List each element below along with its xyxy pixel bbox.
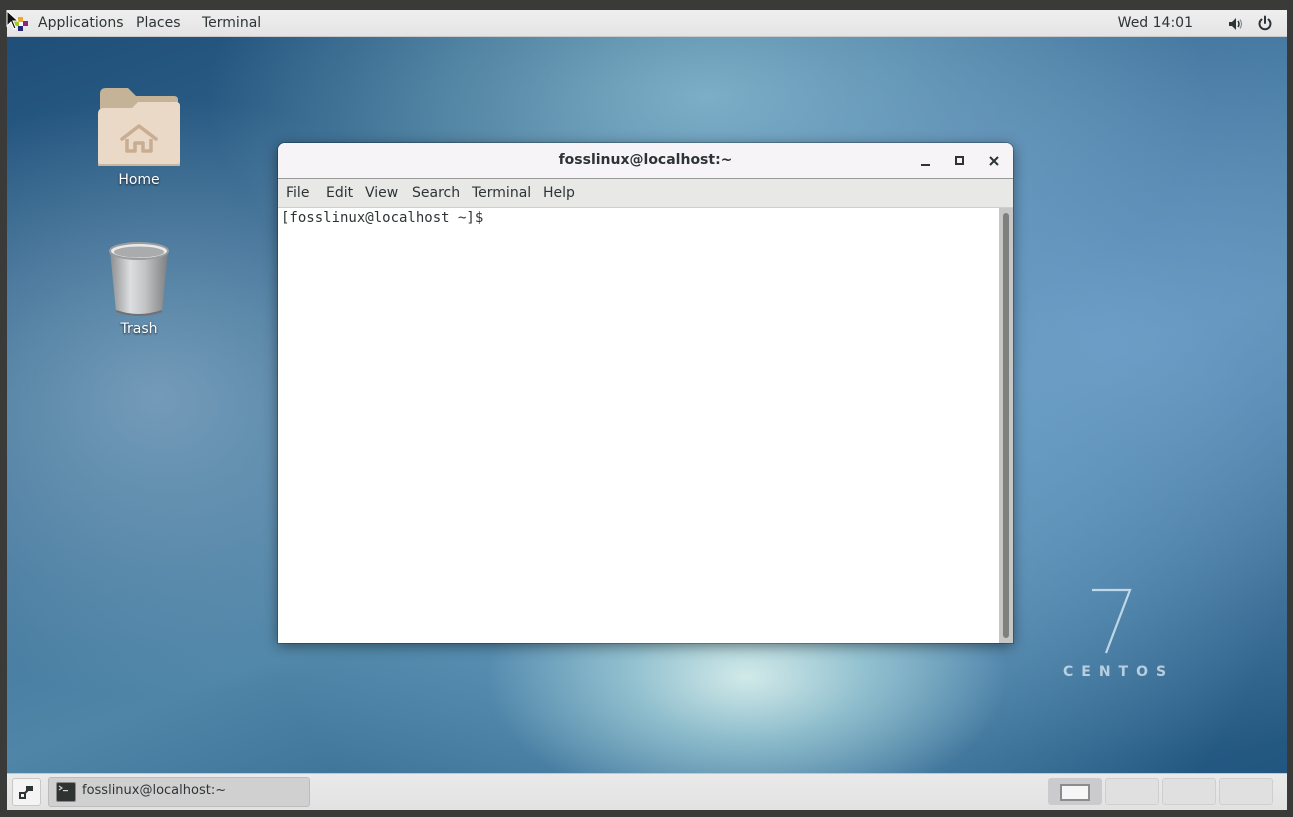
terminal-app-menu[interactable]: Terminal <box>202 14 261 32</box>
workspace-1[interactable] <box>1048 778 1102 805</box>
workspace-window-thumbnail <box>1060 784 1090 801</box>
terminal-window: fosslinux@localhost:~ File Edit View Sea… <box>278 143 1013 643</box>
taskbar-item-terminal[interactable]: fosslinux@localhost:~ <box>48 777 310 807</box>
applications-menu[interactable]: Applications <box>38 14 124 32</box>
workspace-4[interactable] <box>1219 778 1273 805</box>
minimize-button[interactable] <box>918 153 934 169</box>
show-desktop-icon <box>19 786 33 799</box>
shell-prompt: [fosslinux@localhost ~]$ <box>281 210 492 226</box>
scrollbar-thumb[interactable] <box>1003 213 1009 638</box>
power-icon[interactable] <box>1257 15 1273 31</box>
screen: Home Trash CENTOS fosslinux@localhost:~ … <box>7 10 1287 810</box>
trash-icon <box>109 242 169 316</box>
terminal-scrollbar[interactable] <box>999 208 1013 643</box>
desktop-icon-home[interactable]: Home <box>84 84 194 188</box>
places-menu[interactable]: Places <box>136 14 181 32</box>
menu-terminal[interactable]: Terminal <box>472 185 531 201</box>
mouse-pointer-icon <box>6 10 20 30</box>
terminal-icon <box>56 782 76 802</box>
show-desktop-button[interactable] <box>12 778 41 806</box>
top-panel: Applications Places Terminal Wed 14:01 <box>7 10 1287 37</box>
bottom-panel: fosslinux@localhost:~ <box>7 773 1287 810</box>
maximize-button[interactable] <box>952 153 968 169</box>
menu-search[interactable]: Search <box>412 185 460 201</box>
menu-edit[interactable]: Edit <box>326 185 353 201</box>
workspace-3[interactable] <box>1162 778 1216 805</box>
clock[interactable]: Wed 14:01 <box>1118 14 1193 32</box>
terminal-menubar: File Edit View Search Terminal Help <box>278 179 1013 208</box>
maximize-icon <box>955 156 964 165</box>
close-icon <box>989 156 999 166</box>
centos-version-logo <box>1092 588 1132 654</box>
menu-view[interactable]: View <box>365 185 398 201</box>
terminal-output[interactable]: [fosslinux@localhost ~]$ <box>278 208 999 643</box>
volume-icon[interactable] <box>1227 16 1243 32</box>
centos-wordmark: CENTOS <box>1063 664 1175 680</box>
menu-file[interactable]: File <box>286 185 309 201</box>
window-titlebar[interactable]: fosslinux@localhost:~ <box>278 143 1013 179</box>
home-folder-icon <box>98 88 180 166</box>
window-title: fosslinux@localhost:~ <box>558 152 733 168</box>
close-button[interactable] <box>986 153 1002 169</box>
desktop-icon-label: Home <box>118 172 160 188</box>
desktop-icon-label: Trash <box>120 321 158 337</box>
taskbar-item-label: fosslinux@localhost:~ <box>82 783 227 798</box>
minimize-icon <box>921 164 930 166</box>
workspace-2[interactable] <box>1105 778 1159 805</box>
desktop-icon-trash[interactable]: Trash <box>84 239 194 337</box>
desktop-background: Home Trash CENTOS fosslinux@localhost:~ … <box>7 37 1287 773</box>
menu-help[interactable]: Help <box>543 185 575 201</box>
